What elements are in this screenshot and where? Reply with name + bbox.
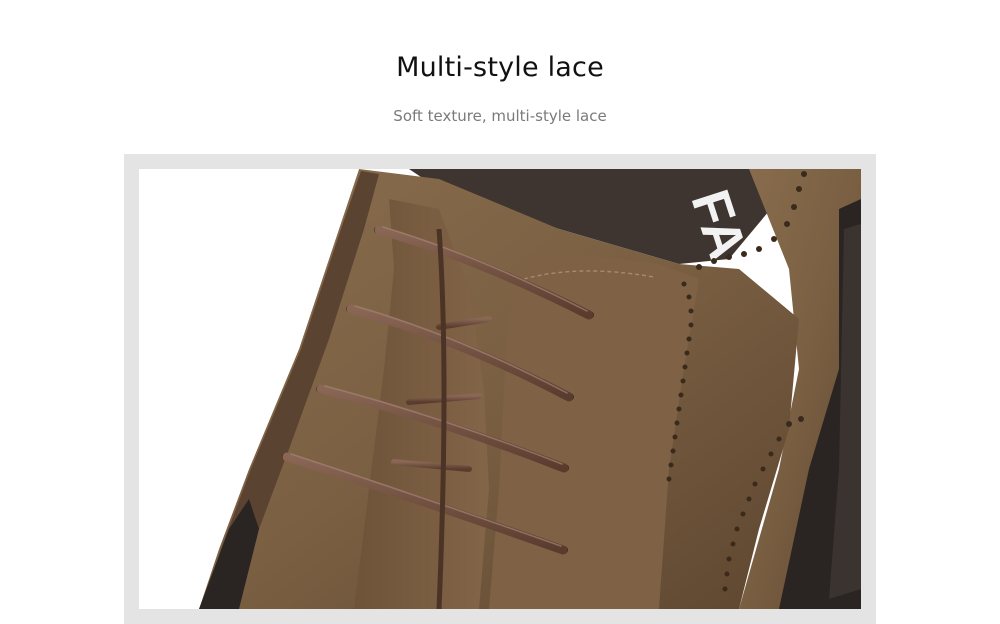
product-photo: FA (139, 169, 861, 609)
section-title: Multi-style lace (396, 52, 604, 83)
product-image-frame: FA (124, 154, 876, 624)
section-subtitle: Soft texture, multi-style lace (393, 107, 607, 125)
shoe-lace-closeup-image: FA (139, 169, 861, 609)
